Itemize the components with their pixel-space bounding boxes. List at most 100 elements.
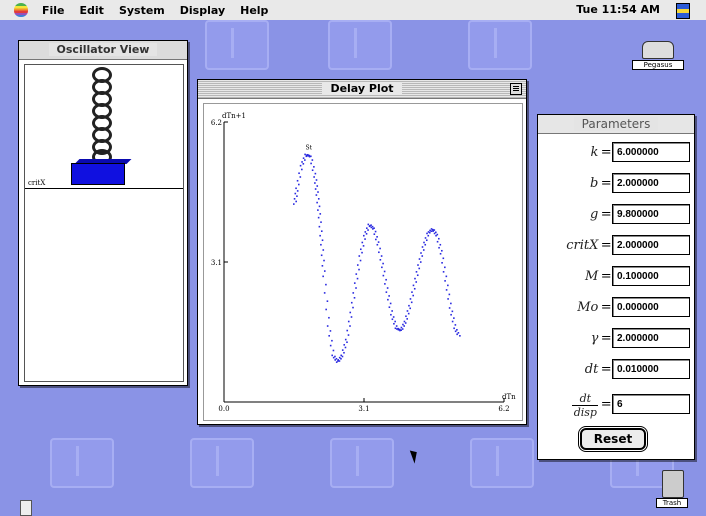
data-point xyxy=(317,191,319,193)
data-point xyxy=(318,205,321,208)
data-point xyxy=(314,188,317,190)
parameters-title: Parameters xyxy=(573,117,659,131)
data-point xyxy=(376,243,379,246)
data-point xyxy=(337,359,340,361)
data-point xyxy=(411,291,413,293)
apple-menu-icon[interactable] xyxy=(14,3,28,17)
data-point xyxy=(451,310,454,313)
param-mo-input[interactable] xyxy=(612,297,690,317)
window-collapse-icon[interactable] xyxy=(510,83,522,95)
data-point xyxy=(332,349,335,352)
data-point xyxy=(389,302,392,305)
data-point xyxy=(314,182,316,184)
param-k-input[interactable] xyxy=(612,142,690,162)
data-point xyxy=(320,243,322,246)
oscillator-view-titlebar[interactable]: Oscillator View xyxy=(19,41,187,60)
data-point xyxy=(356,264,359,266)
param-dt-input[interactable] xyxy=(612,359,690,379)
data-point xyxy=(296,190,299,192)
oscillator-view-window[interactable]: Oscillator View critX xyxy=(18,40,188,386)
data-point xyxy=(314,172,317,175)
data-point xyxy=(386,287,389,289)
data-point xyxy=(412,284,415,287)
trash-can xyxy=(662,470,684,498)
data-point xyxy=(447,284,449,287)
data-point xyxy=(456,328,458,331)
data-point xyxy=(349,325,351,327)
data-point xyxy=(445,275,448,278)
menubar-clock[interactable]: Tue 11:54 AM xyxy=(576,3,660,16)
data-point xyxy=(433,232,436,235)
param-dt-disp-input[interactable] xyxy=(612,394,690,414)
param-label: M xyxy=(585,268,599,284)
data-point xyxy=(329,344,332,347)
data-point xyxy=(406,318,408,320)
data-point xyxy=(347,320,350,323)
param-row-mo: Mo = xyxy=(542,294,690,320)
delay-plot-titlebar[interactable]: Delay Plot xyxy=(198,80,526,99)
param-row-gamma: γ = xyxy=(542,325,690,351)
menu-system[interactable]: System xyxy=(119,4,165,17)
data-point xyxy=(302,157,305,159)
param-row-dt: dt = xyxy=(542,356,690,382)
param-b-input[interactable] xyxy=(612,173,690,193)
data-point xyxy=(430,228,433,230)
data-point xyxy=(374,230,377,233)
data-point xyxy=(331,354,333,357)
data-point xyxy=(456,333,458,336)
data-point xyxy=(319,234,321,237)
hard-disk-icon[interactable]: Pegasus xyxy=(632,38,684,78)
data-point xyxy=(361,251,363,254)
data-point xyxy=(436,240,439,243)
param-m-input[interactable] xyxy=(612,266,690,286)
equals-sign: = xyxy=(600,361,612,377)
data-point xyxy=(311,159,314,161)
delay-plot-chart: 0.0 3.1 6.23.16.2dTn+1dTnSt xyxy=(211,112,516,413)
param-row-k: k = xyxy=(542,139,690,165)
data-point xyxy=(424,243,427,246)
data-point xyxy=(417,264,419,266)
menu-display[interactable]: Display xyxy=(180,4,225,17)
data-point xyxy=(328,316,330,319)
data-point xyxy=(379,247,381,250)
data-point xyxy=(343,344,346,346)
data-point xyxy=(421,246,424,248)
application-menu-icon[interactable] xyxy=(676,3,690,19)
data-point xyxy=(293,198,296,200)
param-critx-input[interactable] xyxy=(612,235,690,255)
data-point xyxy=(457,332,460,334)
document-icon[interactable] xyxy=(20,500,32,516)
delay-plot-window[interactable]: Delay Plot 0.0 3.1 6.2 3.1 6.2 dTn+1 dTn St xyxy=(197,79,527,425)
data-point xyxy=(301,168,303,171)
data-point xyxy=(323,292,326,294)
data-point xyxy=(364,238,366,240)
fraction-denominator: disp xyxy=(573,405,597,419)
data-point xyxy=(380,255,383,257)
data-point xyxy=(361,241,364,244)
data-point xyxy=(391,310,393,312)
data-point xyxy=(305,154,308,156)
x-tick-label: 0.0 xyxy=(218,405,229,413)
reset-button[interactable]: Reset xyxy=(580,428,646,450)
data-point xyxy=(400,326,403,329)
data-point xyxy=(302,163,305,165)
data-point xyxy=(347,334,350,336)
menu-file[interactable]: File xyxy=(42,4,65,17)
data-point xyxy=(315,194,318,196)
data-point xyxy=(359,259,362,262)
data-point xyxy=(388,306,391,309)
menu-edit[interactable]: Edit xyxy=(80,4,104,17)
trash-icon[interactable]: Trash xyxy=(654,470,690,516)
data-point xyxy=(435,234,437,237)
data-point xyxy=(453,317,455,319)
data-point xyxy=(326,300,329,302)
parameters-window[interactable]: Parameters k = b = g = critX = M = Mo = … xyxy=(537,114,695,460)
data-point xyxy=(321,239,324,242)
data-point xyxy=(438,246,440,249)
data-point xyxy=(295,200,297,203)
parameters-titlebar[interactable]: Parameters xyxy=(538,115,694,134)
menu-help[interactable]: Help xyxy=(240,4,268,17)
data-point xyxy=(363,234,365,237)
param-g-input[interactable] xyxy=(612,204,690,224)
param-gamma-input[interactable] xyxy=(612,328,690,348)
